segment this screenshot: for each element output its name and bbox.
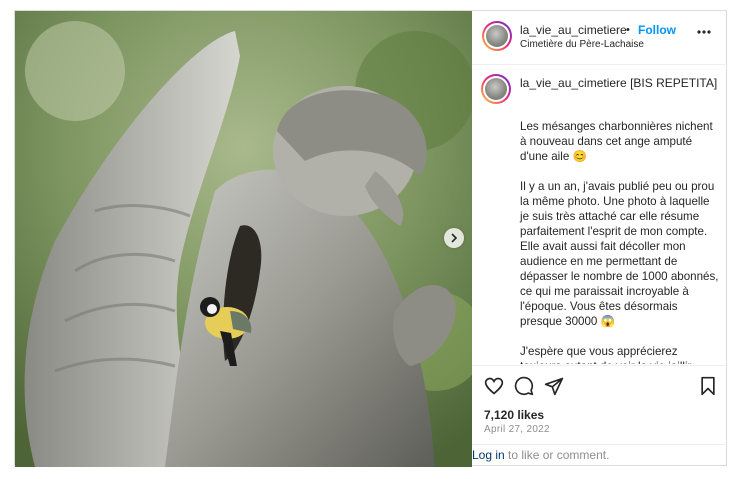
caption-paragraph: Il y a un an, j'avais publié peu ou prou…: [520, 180, 719, 328]
post-card: la_vie_au_cimetiere • Follow Cimetière d…: [14, 10, 728, 467]
bookmark-icon[interactable]: [698, 376, 718, 396]
post-header: la_vie_au_cimetiere • Follow Cimetière d…: [472, 11, 728, 65]
login-prompt: Log in to like or comment.: [472, 444, 728, 467]
post-sidebar: la_vie_au_cimetiere • Follow Cimetière d…: [472, 11, 728, 467]
post-date[interactable]: April 27, 2022: [484, 424, 550, 435]
caption-paragraph: J'espère que vous apprécierez toujours a…: [520, 345, 691, 364]
comment-icon[interactable]: [514, 376, 534, 396]
more-options-icon[interactable]: [696, 24, 712, 45]
heart-icon[interactable]: [484, 376, 504, 396]
likes-count[interactable]: 7,120 likes: [484, 408, 544, 422]
header-username[interactable]: la_vie_au_cimetiere: [520, 23, 627, 37]
send-icon[interactable]: [544, 376, 564, 396]
caption-head-text: [BIS REPETITA]: [630, 76, 718, 90]
angel-statue-photo: [15, 11, 472, 467]
caption-avatar[interactable]: [481, 74, 511, 104]
separator-dot: •: [626, 24, 630, 36]
follow-button[interactable]: Follow: [638, 23, 676, 37]
caption-body: Les mésanges charbonnières nichent à nou…: [520, 119, 720, 364]
login-link[interactable]: Log in: [472, 448, 505, 462]
avatar-image: [486, 25, 508, 47]
caption-username[interactable]: la_vie_au_cimetiere: [520, 76, 627, 90]
avatar[interactable]: [482, 21, 512, 51]
caption-header: la_vie_au_cimetiere [BIS REPETITA]: [520, 76, 720, 91]
location-link[interactable]: Cimetière du Père-Lachaise: [520, 39, 644, 50]
login-prompt-text: to like or comment.: [504, 448, 610, 462]
chevron-right-icon: [451, 233, 458, 243]
caption-paragraph: Les mésanges charbonnières nichent à nou…: [520, 120, 713, 163]
next-image-button[interactable]: [444, 228, 464, 248]
post-image[interactable]: [15, 11, 472, 467]
caption-area: la_vie_au_cimetiere [BIS REPETITA] Les m…: [472, 66, 728, 364]
more-horizontal-icon: [697, 30, 711, 34]
